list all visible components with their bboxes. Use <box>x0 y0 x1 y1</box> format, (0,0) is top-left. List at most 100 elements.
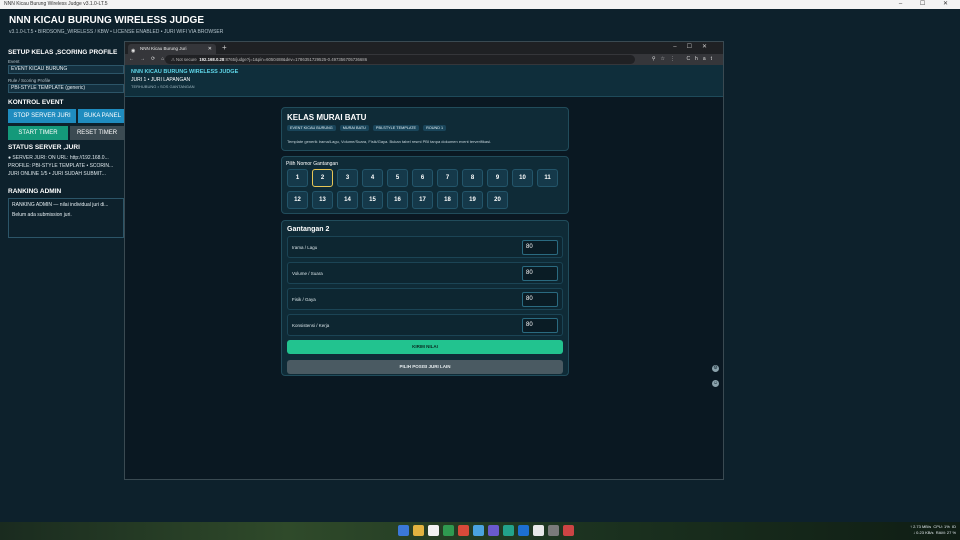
browser-tabbar: ◉ NNN Kicau Burung Juri ✕ + –☐✕ <box>125 42 723 54</box>
gantangan-button-20[interactable]: 20 <box>487 191 508 209</box>
gantangan-button-3[interactable]: 3 <box>337 169 358 187</box>
gantangan-button-16[interactable]: 16 <box>387 191 408 209</box>
taskbar-app-icon[interactable] <box>428 525 439 536</box>
browser-window: ◉ NNN Kicau Burung Juri ✕ + –☐✕ ←→⟳⌂ ⚠ N… <box>124 41 724 480</box>
gantangan-button-9[interactable]: 9 <box>487 169 508 187</box>
url-host: 192.168.0.28 <box>199 57 225 62</box>
other-position-button[interactable]: PILIH POSISI JURI LAIN <box>287 360 563 374</box>
score-input[interactable]: 80 <box>522 266 558 281</box>
ranking-box[interactable]: RANKING ADMIN — nilai individual juri di… <box>8 198 124 238</box>
browser-toolbar: ←→⟳⌂ ⚠ Not secure 192.168.0.28:8765/judg… <box>125 54 723 65</box>
taskbar-app-icon[interactable] <box>533 525 544 536</box>
status-line: PROFILE: PBI-STYLE TEMPLATE • SCORIN... <box>8 163 114 169</box>
ranking-line: RANKING ADMIN — nilai individual juri di… <box>12 202 109 208</box>
taskbar-app-icon[interactable] <box>413 525 424 536</box>
judge-header: NNN KICAU BURUNG WIRELESS JUDGE JURI 1 •… <box>125 65 723 97</box>
taskbar-app-icon[interactable] <box>503 525 514 536</box>
assistant-icon[interactable]: ☺ <box>712 380 719 387</box>
cpu-usage: CPU: 1% <box>933 524 950 529</box>
gantangan-button-13[interactable]: 13 <box>312 191 333 209</box>
chip: MURAI BATU <box>339 125 369 131</box>
criterion-label: Konsistensi / Kerja <box>292 323 330 328</box>
gantangan-button-2[interactable]: 2 <box>312 169 333 187</box>
account-chip[interactable]: Chat <box>686 56 717 62</box>
browser-tab[interactable]: ◉ NNN Kicau Burung Juri ✕ <box>128 44 216 54</box>
gantangan-button-1[interactable]: 1 <box>287 169 308 187</box>
status-heading: STATUS SERVER ,JURI <box>8 144 80 151</box>
gantangan-button-6[interactable]: 6 <box>412 169 433 187</box>
taskbar-app-icon[interactable] <box>488 525 499 536</box>
gantangan-button-11[interactable]: 11 <box>537 169 558 187</box>
not-secure-label: Not secure <box>176 57 197 62</box>
criterion-label: Fisik / Gaya <box>292 297 316 302</box>
score-input[interactable]: 80 <box>522 292 558 307</box>
outer-window-title: NNN Kicau Burung Wireless Judge v3.1.0-L… <box>4 1 108 7</box>
gantangan-button-14[interactable]: 14 <box>337 191 358 209</box>
tab-title: NNN Kicau Burung Juri <box>140 46 187 51</box>
gantangan-button-7[interactable]: 7 <box>437 169 458 187</box>
url-path: :8765/judge?j=1&pin=6050488&dev=17863517… <box>224 57 368 62</box>
class-description: Template generik Irama/Lagu, Volume/Suar… <box>287 139 492 144</box>
score-card: Gantangan 2 Irama / Lagu 80 Volume / Suar… <box>281 220 569 376</box>
event-field[interactable]: EVENT KICAU BURUNG <box>8 65 124 74</box>
judge-header-title: NNN KICAU BURUNG WIRELESS JUDGE <box>131 69 239 75</box>
gantangan-button-5[interactable]: 5 <box>387 169 408 187</box>
criterion-row: Irama / Lagu 80 <box>287 236 563 258</box>
taskbar-icons <box>398 525 574 536</box>
criterion-row: Volume / Suara 80 <box>287 262 563 284</box>
new-tab-icon[interactable]: + <box>222 43 227 52</box>
gantangan-button-4[interactable]: 4 <box>362 169 383 187</box>
criterion-label: Volume / Suara <box>292 271 323 276</box>
reset-timer-button[interactable]: RESET TIMER <box>70 126 124 140</box>
taskbar-app-icon[interactable] <box>548 525 559 536</box>
submit-score-button[interactable]: KIRIM NILAI <box>287 340 563 354</box>
app-subtitle: v3.1.0-LT.5 • BIRDSONG_WIRELESS / KBW • … <box>9 29 224 35</box>
rule-select[interactable]: PBI-STYLE TEMPLATE (generic) <box>8 84 124 93</box>
browser-tools[interactable]: ⚲☆⋮ Chat <box>652 56 717 62</box>
control-heading: KONTROL EVENT <box>8 99 64 106</box>
taskbar-app-icon[interactable] <box>563 525 574 536</box>
settings-icon[interactable]: ⚙ <box>712 365 719 372</box>
gantangan-button-12[interactable]: 12 <box>287 191 308 209</box>
taskbar-app-icon[interactable] <box>398 525 409 536</box>
criterion-row: Fisik / Gaya 80 <box>287 288 563 310</box>
app-title: NNN KICAU BURUNG WIRELESS JUDGE <box>9 15 205 26</box>
criterion-label: Irama / Lagu <box>292 245 318 250</box>
score-input[interactable]: 80 <box>522 318 558 333</box>
gantangan-button-19[interactable]: 19 <box>462 191 483 209</box>
ranking-heading: RANKING ADMIN <box>8 188 62 195</box>
event-label: Event <box>8 59 20 64</box>
gantangan-button-10[interactable]: 10 <box>512 169 533 187</box>
net-up: ↑ 2.73 MB/s <box>909 524 932 529</box>
admin-left-panel: SETUP KELAS ,SCORING PROFILE Event EVENT… <box>8 49 124 238</box>
start-timer-button[interactable]: START TIMER <box>8 126 68 140</box>
taskbar-app-icon[interactable] <box>458 525 469 536</box>
lang-indicator: ID <box>952 524 956 529</box>
chip: EVENT KICAU BURUNG <box>287 125 336 131</box>
judge-header-sub: JURI 1 • JURI LAPANGAN <box>131 77 191 83</box>
score-input[interactable]: 80 <box>522 240 558 255</box>
taskbar-app-icon[interactable] <box>518 525 529 536</box>
gantangan-button-18[interactable]: 18 <box>437 191 458 209</box>
open-panel-button[interactable]: BUKA PANEL <box>78 109 124 123</box>
browser-window-controls[interactable]: –☐✕ <box>673 43 717 50</box>
outer-window-controls[interactable]: – ☐ ✕ <box>899 0 956 9</box>
judge-header-status: TERHUBUNG • SOS GANTANGAN <box>131 84 195 89</box>
system-tray[interactable]: ↑ 2.73 MB/s CPU: 1% ID ↓ 0.23 KB/s RAM: … <box>910 524 956 536</box>
class-chips: EVENT KICAU BURUNG MURAI BATU PBI-STYLE … <box>287 125 563 131</box>
stop-server-button[interactable]: STOP SERVER JURI <box>8 109 76 123</box>
class-card: KELAS MURAI BATU EVENT KICAU BURUNG MURA… <box>281 107 569 151</box>
taskbar-app-icon[interactable] <box>473 525 484 536</box>
close-tab-icon[interactable]: ✕ <box>208 44 212 54</box>
criterion-row: Konsistensi / Kerja 80 <box>287 314 563 336</box>
picker-label: Pilih Nomor Gantangan <box>286 161 338 167</box>
gantangan-button-15[interactable]: 15 <box>362 191 383 209</box>
score-title: Gantangan 2 <box>287 226 330 233</box>
gantangan-button-17[interactable]: 17 <box>412 191 433 209</box>
chip: ROUND 1 <box>423 125 447 131</box>
taskbar-app-icon[interactable] <box>443 525 454 536</box>
setup-heading: SETUP KELAS ,SCORING PROFILE <box>8 49 118 56</box>
address-bar[interactable]: ⚠ Not secure 192.168.0.28:8765/judge?j=1… <box>165 55 635 64</box>
ram-usage: RAM: 27 % <box>935 530 956 535</box>
gantangan-button-8[interactable]: 8 <box>462 169 483 187</box>
